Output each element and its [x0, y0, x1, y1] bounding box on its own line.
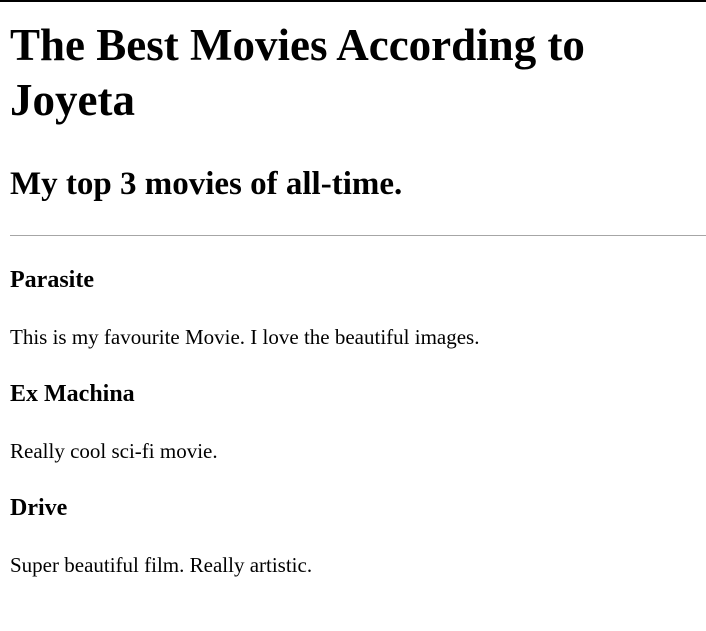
movie-title: Ex Machina: [10, 381, 135, 407]
divider: [10, 235, 706, 236]
movie-item-drive: Drive Super beautiful film. Really artis…: [10, 493, 706, 578]
movie-description: Super beautiful film. Really artistic.: [10, 553, 313, 577]
page-title: The Best Movies According to Joyeta: [10, 20, 585, 125]
movie-title: Drive: [10, 495, 68, 521]
movie-item-parasite: Parasite This is my favourite Movie. I l…: [10, 265, 706, 350]
movie-description: This is my favourite Movie. I love the b…: [10, 325, 480, 349]
movie-description: Really cool sci-fi movie.: [10, 439, 218, 463]
page-subtitle: My top 3 movies of all-time.: [10, 166, 403, 202]
movie-item-ex-machina: Ex Machina Really cool sci-fi movie.: [10, 379, 706, 464]
movie-title: Parasite: [10, 267, 94, 293]
page-content: The Best Movies According to Joyeta My t…: [0, 18, 706, 578]
